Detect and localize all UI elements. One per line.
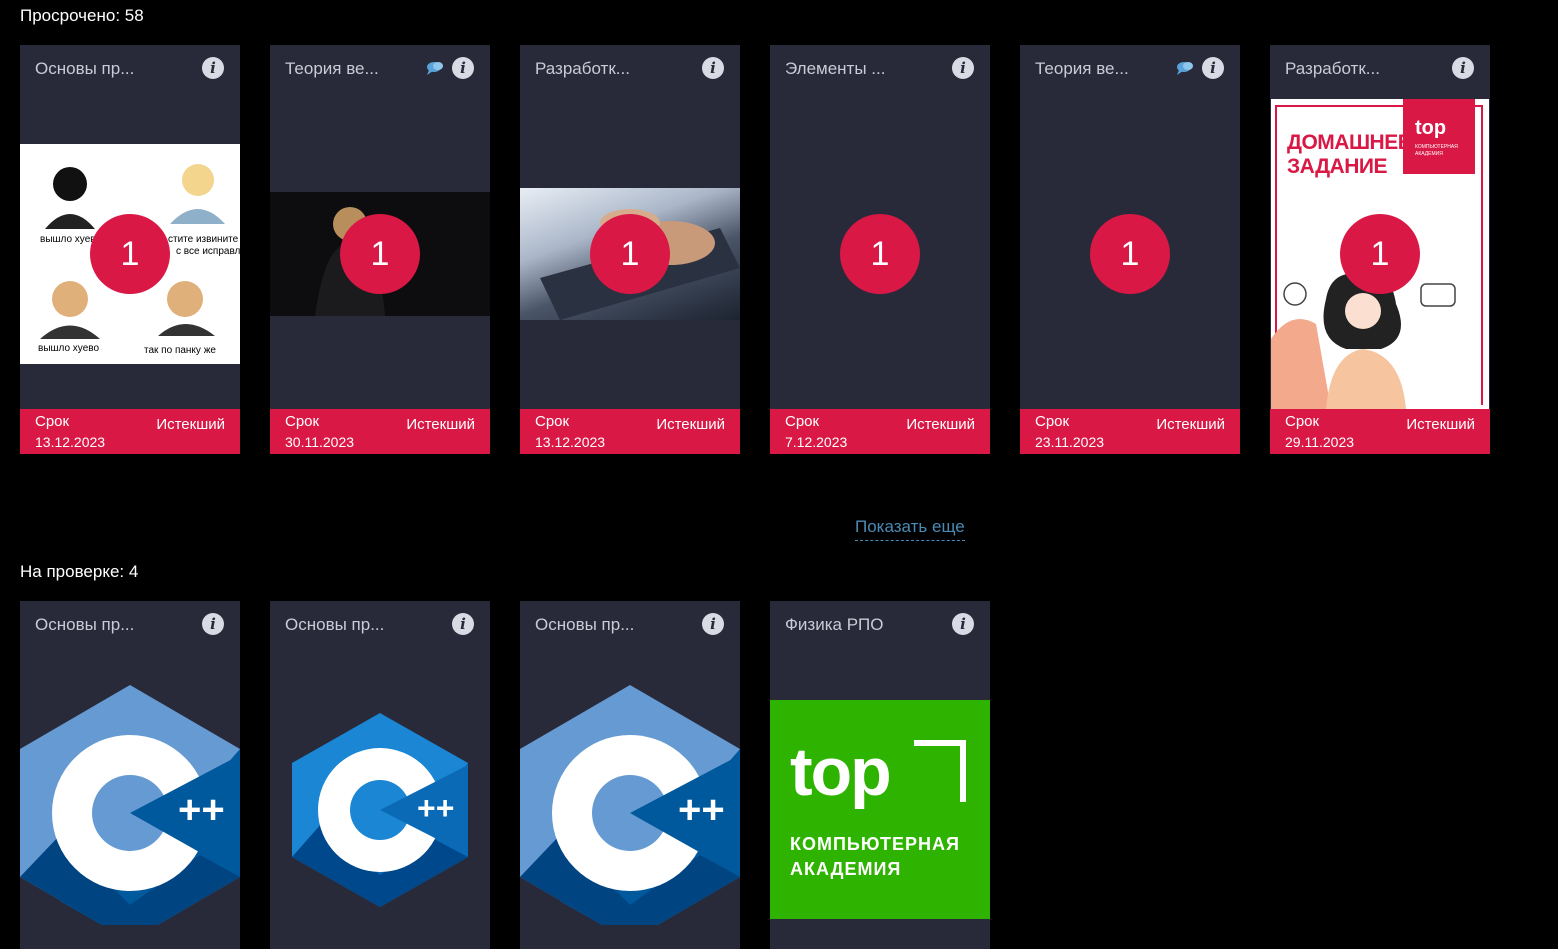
info-icon[interactable]: i [1452, 57, 1474, 79]
info-icon[interactable]: i [952, 613, 974, 635]
logo-caption: АКАДЕМИЯ [790, 859, 902, 879]
deadline-date: 23.11.2023 [1035, 434, 1105, 450]
deadline-date: 29.11.2023 [1285, 434, 1355, 450]
deadline-label: Срок [1035, 413, 1070, 430]
homework-card[interactable]: Основы пр... i ++ [520, 601, 740, 949]
svg-text:++: ++ [178, 788, 225, 832]
logo-caption: КОМПЬЮТЕРНАЯ [790, 834, 960, 854]
deadline-bar: Срок 13.12.2023 Истекший [20, 409, 240, 454]
status-label: Истекший [156, 416, 225, 433]
svg-text:++: ++ [417, 790, 454, 826]
deadline-label: Срок [285, 413, 320, 430]
new-count-badge: 1 [340, 214, 420, 294]
info-icon[interactable]: i [452, 613, 474, 635]
deadline-date: 13.12.2023 [535, 434, 606, 450]
info-icon[interactable]: i [1202, 57, 1224, 79]
deadline-bar: Срок 13.12.2023 Истекший [520, 409, 740, 454]
info-icon[interactable]: i [952, 57, 974, 79]
show-more-link[interactable]: Показать еще [855, 517, 965, 541]
info-icon[interactable]: i [702, 57, 724, 79]
meme-caption: вышло хуев [40, 234, 96, 245]
logo-word: top [790, 734, 892, 810]
subject-name: Разработк... [1285, 59, 1380, 78]
deadline-label: Срок [35, 413, 70, 430]
deadline-date: 13.12.2023 [35, 434, 106, 450]
deadline-bar: Срок 29.11.2023 Истекший [1270, 409, 1490, 454]
svg-text:++: ++ [678, 788, 725, 832]
new-count-badge: 1 [590, 214, 670, 294]
homework-card[interactable]: Физика РПО i top КОМПЬЮТЕРНАЯ АКАДЕМИЯ [770, 601, 990, 949]
chat-icon[interactable] [426, 60, 444, 76]
meme-caption: вышло хуево [38, 343, 100, 354]
meme-caption: с все исправлю [176, 246, 240, 257]
homework-card[interactable]: Основы пр... i ++ [270, 601, 490, 949]
cpp-logo: ++ [20, 685, 240, 925]
info-icon[interactable]: i [202, 57, 224, 79]
new-count-badge: 1 [1090, 214, 1170, 294]
deadline-label: Срок [1285, 413, 1320, 430]
meme-caption: так по панку же [144, 345, 216, 356]
subject-name: Физика РПО [785, 615, 884, 634]
homework-card[interactable]: Разработк... i top КОМПЬЮТЕРНАЯ АКАДЕМИЯ… [1270, 45, 1490, 454]
homework-card[interactable]: Основы пр... i вышло хуев стите извините… [20, 45, 240, 454]
subject-name: Основы пр... [535, 615, 635, 634]
status-label: Истекший [1156, 416, 1225, 433]
subject-name: Элементы ... [785, 59, 886, 78]
info-icon[interactable]: i [702, 613, 724, 635]
deadline-bar: Срок 23.11.2023 Истекший [1020, 409, 1240, 454]
status-label: Истекший [906, 416, 975, 433]
deadline-label: Срок [785, 413, 820, 430]
homework-card[interactable]: Основы пр... i ++ [20, 601, 240, 949]
subject-name: Основы пр... [285, 615, 385, 634]
top-academy-logo: top КОМПЬЮТЕРНАЯ АКАДЕМИЯ [770, 700, 990, 919]
status-label: Истекший [406, 416, 475, 433]
chat-icon[interactable] [1176, 60, 1194, 76]
subject-name: Разработк... [535, 59, 630, 78]
homework-card[interactable]: Элементы ... i 1 Срок 7.12.2023 Истекший [770, 45, 990, 454]
subject-name: Основы пр... [35, 59, 135, 78]
deadline-date: 7.12.2023 [785, 434, 848, 450]
homework-card[interactable]: Разработк... i 1 Срок 13.12.2023 Истекши… [520, 45, 740, 454]
homework-card[interactable]: Теория ве... i 1 Срок 23.11.2023 Истекши… [1020, 45, 1240, 454]
cpp-logo: ++ [520, 685, 740, 925]
info-icon[interactable]: i [202, 613, 224, 635]
status-label: Истекший [1406, 416, 1475, 433]
new-count-badge: 1 [1340, 214, 1420, 294]
deadline-bar: Срок 7.12.2023 Истекший [770, 409, 990, 454]
info-icon[interactable]: i [452, 57, 474, 79]
review-title: На проверке: 4 [20, 562, 139, 581]
status-label: Истекший [656, 416, 725, 433]
deadline-date: 30.11.2023 [285, 434, 355, 450]
subject-name: Теория ве... [1035, 59, 1129, 78]
deadline-label: Срок [535, 413, 570, 430]
subject-name: Теория ве... [285, 59, 379, 78]
new-count-badge: 1 [90, 214, 170, 294]
meme-caption: стите извините я [168, 234, 240, 245]
new-count-badge: 1 [840, 214, 920, 294]
deadline-bar: Срок 30.11.2023 Истекший [270, 409, 490, 454]
homework-card[interactable]: Теория ве... i 1 Срок 30.11.2023 Истекши… [270, 45, 490, 454]
overdue-title: Просрочено: 58 [20, 6, 144, 25]
cpp-logo: ++ [292, 713, 468, 907]
logo-bracket [914, 740, 966, 802]
subject-name: Основы пр... [35, 615, 135, 634]
